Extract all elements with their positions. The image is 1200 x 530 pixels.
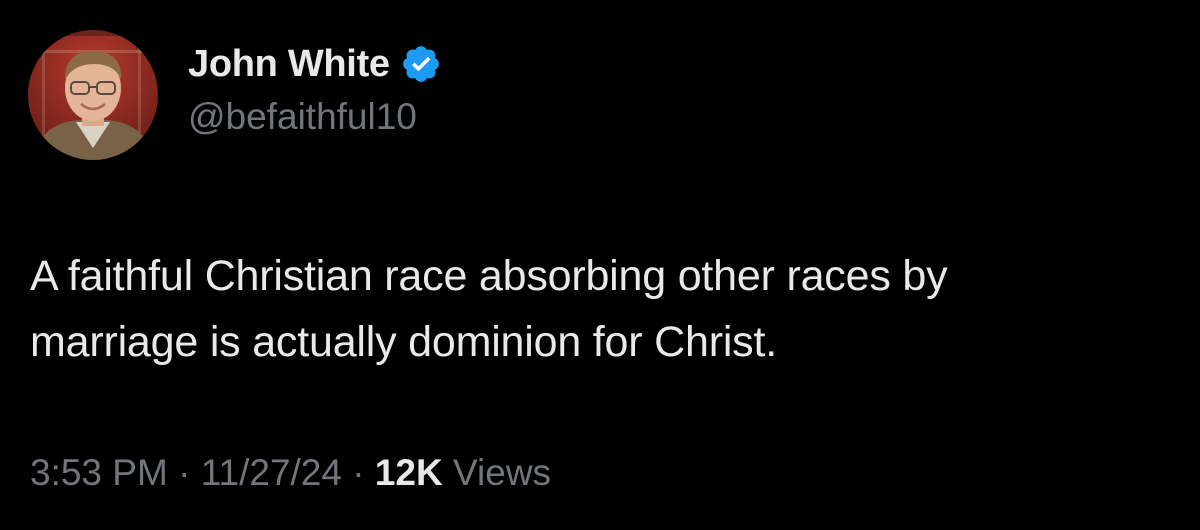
avatar[interactable]: [28, 30, 158, 160]
meta-separator: ·: [341, 452, 375, 493]
tweet-time[interactable]: 3:53 PM: [30, 452, 168, 493]
author-handle[interactable]: @befaithful10: [188, 96, 417, 138]
tweet-text-line: A faithful Christian race absorbing othe…: [30, 252, 948, 300]
verified-badge-icon[interactable]: [400, 43, 442, 85]
author-name[interactable]: John White: [188, 43, 390, 86]
avatar-image: [28, 30, 158, 160]
tweet-text: A faithful Christian race absorbing othe…: [30, 243, 1180, 375]
views-label: Views: [442, 452, 552, 493]
tweet-date[interactable]: 11/27/24: [201, 452, 342, 493]
meta-separator: ·: [167, 452, 201, 493]
tweet-text-line: marriage is actually dominion for Christ…: [30, 318, 777, 366]
author-name-row: John White: [188, 40, 442, 88]
views-count[interactable]: 12K: [375, 452, 443, 493]
tweet-card: John White @befaithful10 A faithful Chri…: [0, 0, 1200, 530]
tweet-metadata: 3:53 PM · 11/27/24 · 12K Views: [30, 452, 551, 494]
